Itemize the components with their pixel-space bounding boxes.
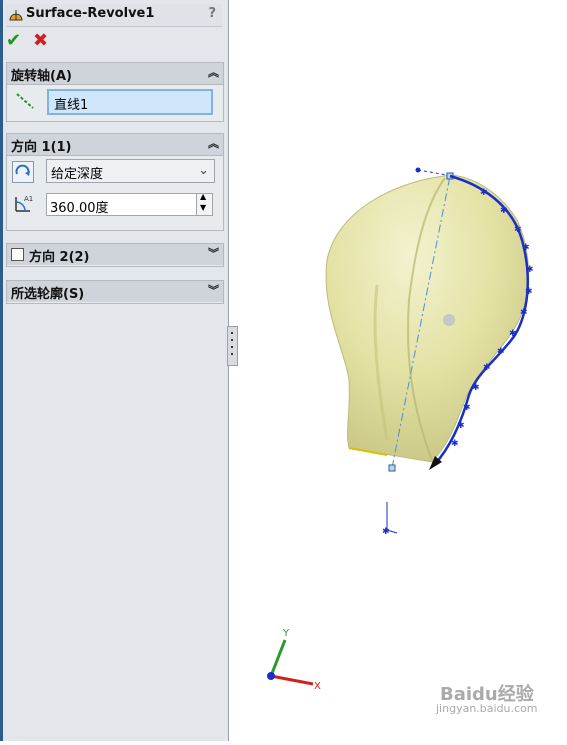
expand-icon[interactable]: ︾ [208, 245, 219, 261]
svg-text:✱: ✱ [520, 308, 528, 318]
reverse-direction-icon[interactable] [12, 161, 34, 183]
contours-header[interactable]: 所选轮廓(S) ︾ [7, 281, 223, 302]
direction1-group: 方向 1(1) ︽ 给定深度 ⌄ A1 360.00度 ▲ ▼ [6, 133, 224, 231]
direction2-title: 方向 2(2) [29, 250, 90, 265]
svg-text:✱: ✱ [526, 265, 534, 275]
help-icon[interactable]: ? [208, 6, 216, 21]
feature-title: Surface-Revolve1 [26, 6, 155, 21]
spin-down-icon[interactable]: ▼ [200, 203, 206, 212]
model-view: ✱✱✱ ✱✱✱ ✱✱✱ ✱✱✱ ✱✱ ✱ Y X [267, 167, 534, 692]
triad-x-label: X [314, 681, 321, 692]
svg-text:✱: ✱ [472, 383, 480, 393]
svg-text:✱: ✱ [463, 403, 471, 413]
contours-title: 所选轮廓(S) [11, 287, 85, 302]
angle-icon: A1 [15, 195, 33, 212]
svg-text:✱: ✱ [525, 287, 533, 297]
svg-text:✱: ✱ [457, 421, 465, 431]
axis-selection-value: 直线1 [54, 98, 89, 113]
end-condition-value: 给定深度 [51, 167, 104, 182]
revolved-surface [325, 174, 530, 463]
direction2-checkbox[interactable] [11, 248, 24, 261]
svg-text:✱: ✱ [514, 225, 522, 235]
svg-text:✱: ✱ [451, 439, 459, 449]
origin-marker [443, 314, 455, 326]
direction2-header[interactable]: 方向 2(2) ︾ [7, 244, 223, 265]
direction2-group: 方向 2(2) ︾ [6, 243, 224, 267]
panel-edge [0, 0, 3, 741]
collapse-icon[interactable]: ︽ [208, 64, 219, 80]
svg-text:✱: ✱ [500, 206, 508, 216]
chevron-down-icon: ⌄ [198, 163, 209, 178]
direction1-header[interactable]: 方向 1(1) ︽ [7, 134, 223, 156]
angle-input[interactable]: 360.00度 [46, 193, 198, 216]
triad-y-axis [269, 639, 287, 677]
svg-text:✱: ✱ [509, 329, 517, 339]
expand-icon[interactable]: ︾ [208, 282, 219, 298]
collapse-icon[interactable]: ︽ [208, 135, 219, 151]
angle-spinner[interactable]: ▲ ▼ [196, 192, 213, 216]
x-icon[interactable]: ✖ [33, 32, 48, 50]
watermark-url: jingyan.baidu.com [436, 702, 538, 715]
svg-text:✱: ✱ [382, 527, 390, 537]
axis-selection-box[interactable]: 直线1 [47, 89, 213, 115]
svg-text:A1: A1 [24, 195, 33, 203]
end-condition-select[interactable]: 给定深度 ⌄ [46, 159, 215, 183]
triad-y-label: Y [282, 628, 290, 639]
axis-line-icon [16, 93, 34, 109]
svg-text:✱: ✱ [480, 188, 488, 198]
feature-titlebar: Surface-Revolve1 ? [6, 4, 222, 27]
tangent-line [417, 169, 448, 176]
axis-group-header[interactable]: 旋转轴(A) ︽ [7, 63, 223, 85]
axis-endpoint-bottom [388, 464, 396, 472]
graphics-area[interactable]: ✱ ✱ ✱ ✱ ✱ ✱ ✱ ✱ ✱ ✱ ✱ ✱ ✱ ✱ ✱ Y X [237, 0, 567, 741]
direction1-title: 方向 1(1) [11, 140, 72, 155]
svg-text:✱: ✱ [522, 243, 530, 253]
spin-up-icon[interactable]: ▲ [200, 192, 206, 201]
triad-x-axis [270, 674, 314, 686]
property-manager: Surface-Revolve1 ? ✔ ✖ 旋转轴(A) ︽ 直线1 方向 1… [0, 0, 229, 741]
axis-group-title: 旋转轴(A) [11, 69, 72, 84]
checkmark-icon[interactable]: ✔ [6, 32, 21, 50]
revolve-feature-icon [9, 10, 23, 21]
contours-group: 所选轮廓(S) ︾ [6, 280, 224, 304]
angle-value: 360.00度 [50, 201, 109, 216]
axis-group: 旋转轴(A) ︽ 直线1 [6, 62, 224, 122]
svg-text:✱: ✱ [483, 363, 491, 373]
triad-z-axis [267, 672, 275, 680]
svg-text:✱: ✱ [497, 347, 505, 357]
